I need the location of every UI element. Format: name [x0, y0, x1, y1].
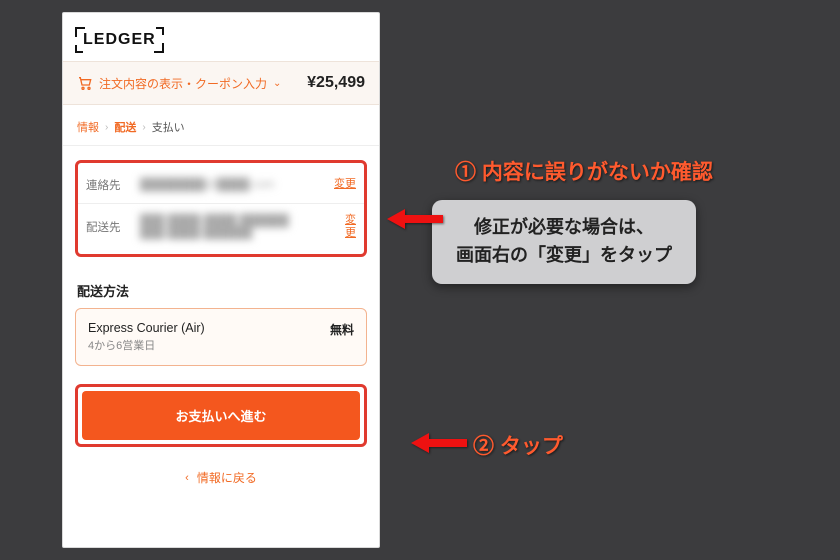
order-total: ¥25,499 — [307, 74, 365, 92]
logo-text: LEDGER — [83, 31, 156, 48]
checkout-screen: LEDGER 注文内容の表示・クーポン入力 ⌄ ¥25,499 情報 › 配送 … — [62, 12, 380, 548]
ship-value: ███ ████-████ ██████ ███ ████ ██████ — [140, 215, 334, 239]
ledger-logo: LEDGER — [77, 29, 162, 51]
proceed-payment-button[interactable]: お支払いへ進む — [82, 391, 360, 440]
crumb-pay: 支払い — [152, 119, 185, 135]
crumb-shipping: 配送 — [114, 119, 136, 135]
crumb-info[interactable]: 情報 — [77, 119, 99, 135]
chevron-down-icon: ⌄ — [273, 78, 281, 89]
shipping-price: 無料 — [330, 321, 354, 338]
shipping-method-title: 配送方法 — [63, 265, 379, 308]
arrow-icon — [387, 207, 443, 231]
chevron-left-icon: ‹ — [185, 472, 189, 484]
annotation-step2: ② タップ — [473, 430, 563, 460]
review-box-highlight: 連絡先 ████████@████.com 変更 配送先 ███ ████-██… — [75, 160, 367, 257]
summary-label: 注文内容の表示・クーポン入力 — [99, 75, 267, 92]
app-header: LEDGER — [63, 13, 379, 61]
contact-label: 連絡先 — [86, 177, 132, 193]
note-line1: 修正が必要な場合は、 — [456, 214, 672, 242]
chevron-right-icon: › — [142, 122, 145, 133]
chevron-right-icon: › — [105, 122, 108, 133]
breadcrumb: 情報 › 配送 › 支払い — [63, 105, 379, 146]
shipping-method-name: Express Courier (Air) — [88, 321, 205, 335]
change-ship-link[interactable]: 変更 — [342, 214, 356, 240]
note-line2: 画面右の「変更」をタップ — [456, 242, 672, 270]
cta-highlight: お支払いへ進む — [75, 384, 367, 447]
shipping-option[interactable]: Express Courier (Air) 4から6営業日 無料 — [75, 308, 367, 366]
back-label: 情報に戻る — [197, 469, 257, 486]
contact-value: ████████@████.com — [140, 179, 326, 191]
review-row-contact: 連絡先 ████████@████.com 変更 — [78, 167, 364, 203]
annotation-note: 修正が必要な場合は、 画面右の「変更」をタップ — [432, 200, 696, 284]
ship-label: 配送先 — [86, 219, 132, 235]
back-to-info-link[interactable]: ‹ 情報に戻る — [63, 455, 379, 496]
review-row-ship: 配送先 ███ ████-████ ██████ ███ ████ ██████… — [78, 203, 364, 250]
arrow-icon — [411, 431, 467, 455]
shipping-eta: 4から6営業日 — [88, 337, 205, 353]
annotation-step1: ① 内容に誤りがないか確認 — [455, 156, 713, 186]
change-contact-link[interactable]: 変更 — [334, 178, 356, 191]
order-summary-toggle[interactable]: 注文内容の表示・クーポン入力 ⌄ ¥25,499 — [63, 61, 379, 105]
cart-icon — [77, 75, 93, 91]
